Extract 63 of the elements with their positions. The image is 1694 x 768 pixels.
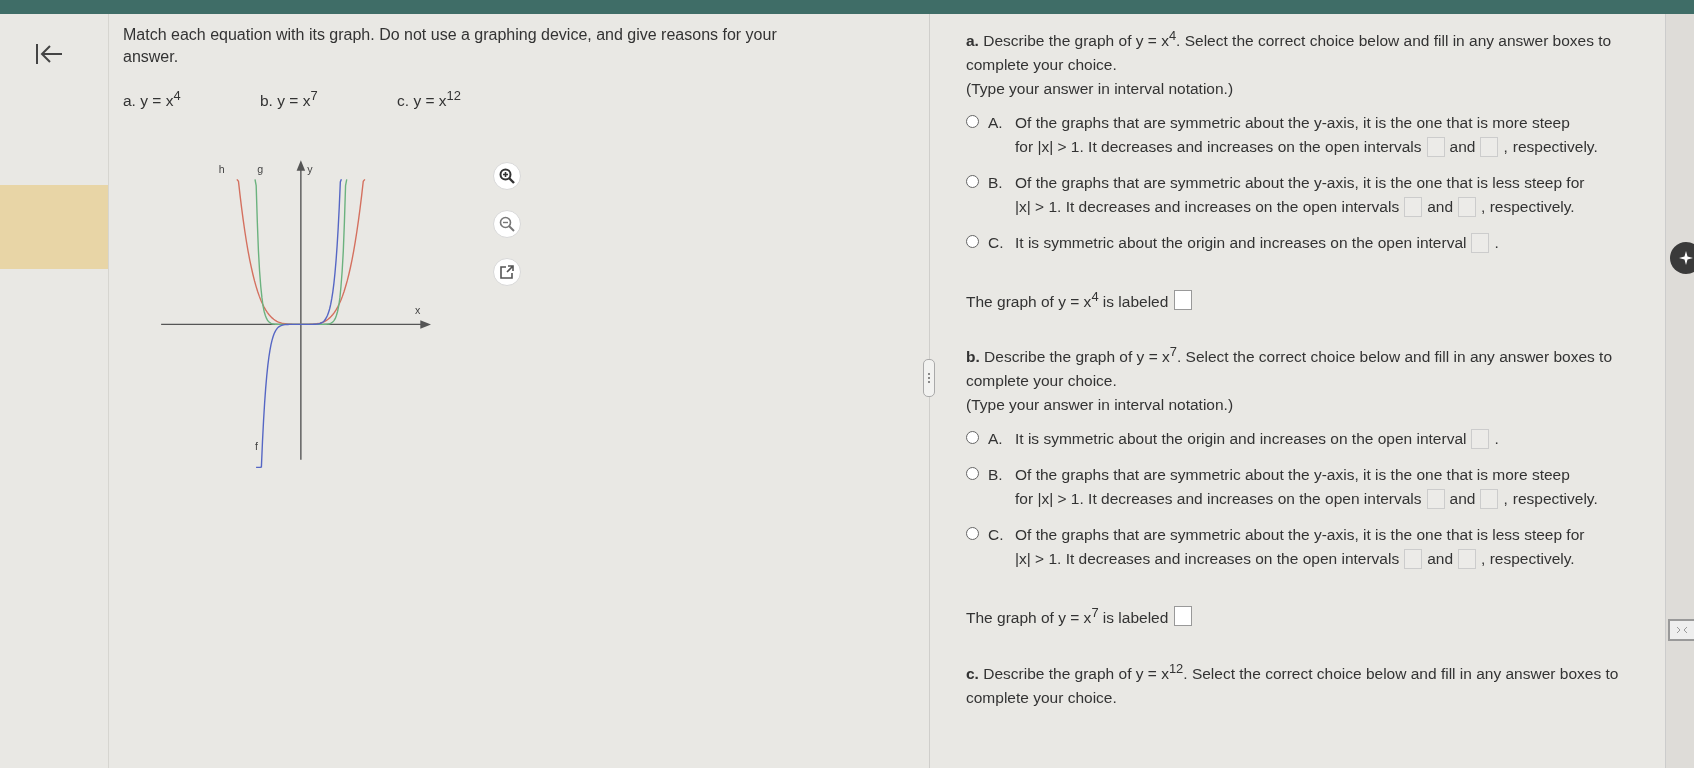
answer-prompt: The graph of y = x$^{7}$ is labeled bbox=[966, 604, 1169, 629]
problem-prompt: Match each equation with its graph. Do not use a graphing device, and give reasons for your answer. bbox=[123, 25, 778, 67]
choice-text: and bbox=[1449, 137, 1476, 158]
question-text: b. Describe the graph of y = x$^{7}$. Select the correct choice below and fill in any answer boxes to complete your choice. bbox=[966, 343, 1614, 392]
radio-button[interactable] bbox=[966, 431, 979, 445]
choice-letter: A. bbox=[987, 113, 1004, 134]
instruction-note: (Type your answer in interval notation.) bbox=[966, 395, 1235, 416]
zoom-in-button[interactable] bbox=[493, 162, 521, 191]
choice-text: Of the graphs that are symmetric about the y-axis, it is the one that is less steep for bbox=[1015, 525, 1585, 546]
choice-text: |x| > 1. It decreases and increases on the open intervals bbox=[1015, 197, 1400, 218]
assistant-button[interactable] bbox=[1670, 242, 1694, 274]
radio-button[interactable] bbox=[966, 527, 979, 541]
collapse-button[interactable] bbox=[1668, 619, 1694, 641]
choice-text: |x| > 1. It decreases and increases on the open intervals bbox=[1015, 549, 1400, 570]
choice-text: and bbox=[1449, 489, 1476, 510]
open-new-window-button[interactable] bbox=[493, 258, 521, 287]
choice-text: It is symmetric about the origin and increases on the open interval bbox=[1015, 429, 1467, 450]
choice-text: respectively. bbox=[1512, 137, 1598, 158]
radio-button[interactable] bbox=[966, 115, 979, 129]
answer-prompt: The graph of y = x$^{4}$ is labeled bbox=[966, 288, 1169, 313]
curve-label: g bbox=[257, 163, 264, 176]
equation: b. y = x$^{7}$ bbox=[260, 88, 319, 111]
choice-text: Of the graphs that are symmetric about the y-axis, it is the one that is more steep bbox=[1015, 465, 1570, 486]
question-text: a. Describe the graph of y = x$^{4}$. Select the correct choice below and fill in any answer boxes to complete your choice. bbox=[966, 27, 1613, 76]
zoom-in-icon bbox=[499, 168, 515, 185]
choice-text: Of the graphs that are symmetric about the y-axis, it is the one that is less steep for bbox=[1015, 173, 1585, 194]
choice-text: and bbox=[1427, 549, 1454, 570]
resize-handle[interactable] bbox=[923, 359, 935, 397]
equation: a. y = x$^{4}$ bbox=[123, 88, 182, 111]
arrows-icon bbox=[1676, 626, 1688, 634]
choice-text: , respectively. bbox=[1481, 549, 1575, 570]
radio-button[interactable] bbox=[966, 175, 979, 189]
choice-text: It is symmetric about the origin and increases on the open interval bbox=[1015, 233, 1467, 254]
choice-letter: A. bbox=[987, 429, 1004, 450]
choice-text: Of the graphs that are symmetric about the y-axis, it is the one that is more steep bbox=[1015, 113, 1570, 134]
choice-text: respectively. bbox=[1512, 489, 1598, 510]
zoom-out-icon bbox=[499, 216, 515, 233]
choice-text: , respectively. bbox=[1481, 197, 1575, 218]
choice-text: , bbox=[1503, 489, 1508, 510]
choice-text: for |x| > 1. It decreases and increases on the open intervals bbox=[1015, 137, 1422, 158]
sparkle-icon bbox=[1679, 251, 1693, 265]
choice-letter: B. bbox=[987, 465, 1004, 486]
instruction-note: (Type your answer in interval notation.) bbox=[966, 79, 1235, 100]
axis-label: y bbox=[307, 163, 313, 176]
choice-text: and bbox=[1427, 197, 1454, 218]
curve-label: h bbox=[218, 163, 225, 176]
external-link-icon bbox=[499, 264, 515, 281]
choice-text: for |x| > 1. It decreases and increases on the open intervals bbox=[1015, 489, 1422, 510]
equation: c. y = x$^{12}$ bbox=[397, 88, 462, 111]
choice-letter: C. bbox=[987, 525, 1005, 546]
choice-text: , bbox=[1503, 137, 1508, 158]
radio-button[interactable] bbox=[966, 467, 979, 481]
choice-text: . bbox=[1494, 429, 1499, 450]
axis-label: x bbox=[415, 303, 421, 316]
zoom-out-button[interactable] bbox=[493, 210, 521, 239]
choice-letter: C. bbox=[987, 233, 1005, 254]
radio-button[interactable] bbox=[966, 235, 979, 249]
question-text: c. Describe the graph of y = x$^{12}$. Select the correct choice below and fill in any answer boxes to complete your choice. bbox=[966, 659, 1620, 708]
answer-box[interactable] bbox=[1174, 289, 1193, 310]
choice-letter: B. bbox=[987, 173, 1004, 194]
answer-box[interactable] bbox=[1174, 606, 1193, 627]
curve-label: f bbox=[255, 440, 258, 453]
choice-text: . bbox=[1494, 233, 1499, 254]
